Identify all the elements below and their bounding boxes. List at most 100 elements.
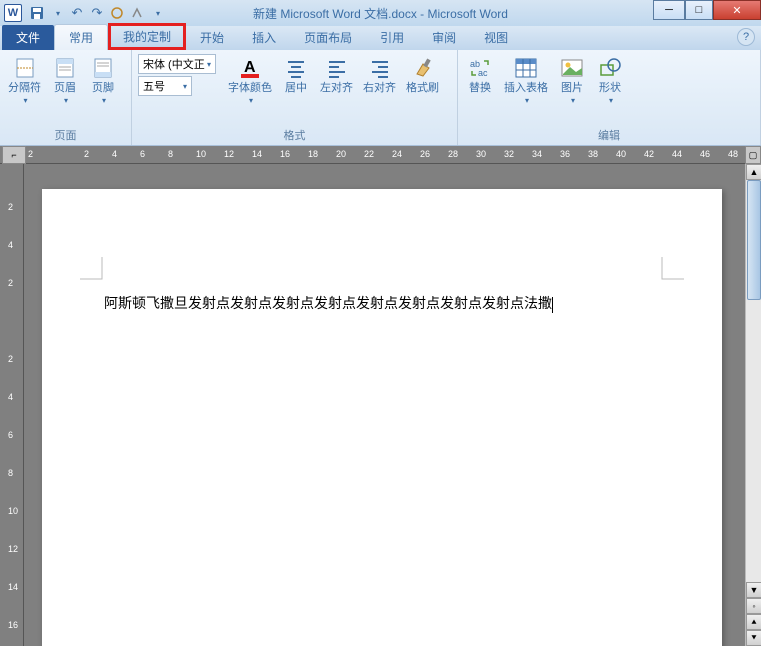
footer-icon xyxy=(91,56,115,80)
shape-icon xyxy=(598,56,622,80)
header-icon xyxy=(53,56,77,80)
ruler-tick: 10 xyxy=(196,149,206,159)
ruler-tick: 14 xyxy=(8,582,18,592)
ruler-tick: 34 xyxy=(532,149,542,159)
ribbon: 分隔符 ▾ 页眉 ▾ 页脚 ▾ 页面 宋体 (中文正▾ 五号▾ A xyxy=(0,50,761,146)
ruler-corner[interactable]: ⌐ xyxy=(2,146,26,164)
picture-icon xyxy=(560,56,584,80)
tab-layout[interactable]: 页面布局 xyxy=(290,25,366,50)
ruler-tick: 4 xyxy=(8,392,13,402)
tab-view[interactable]: 视图 xyxy=(470,25,522,50)
brush-icon xyxy=(411,56,435,80)
ruler-tick: 2 xyxy=(8,278,13,288)
vertical-ruler[interactable]: 242246810121416 xyxy=(0,164,24,646)
ruler-tick: 30 xyxy=(476,149,486,159)
separator-button[interactable]: 分隔符 ▾ xyxy=(6,54,43,107)
svg-text:A: A xyxy=(244,59,256,76)
qat-redo-button[interactable]: ↷ xyxy=(88,4,106,22)
tab-reference[interactable]: 引用 xyxy=(366,25,418,50)
scroll-down-button[interactable]: ▼ xyxy=(746,582,761,598)
group-edit: abac 替换 插入表格 ▾ 图片 ▾ 形状 ▾ 编辑 xyxy=(458,50,761,145)
footer-button[interactable]: 页脚 ▾ xyxy=(87,54,119,107)
font-color-button[interactable]: A 字体颜色 ▾ xyxy=(226,54,274,107)
header-button[interactable]: 页眉 ▾ xyxy=(49,54,81,107)
shape-button[interactable]: 形状 ▾ xyxy=(594,54,626,107)
margin-marker-tl xyxy=(80,257,104,281)
chevron-down-icon: ▾ xyxy=(23,96,27,105)
document-viewport[interactable]: 阿斯顿飞撒旦发射点发射点发射点发射点发射点发射点发射点发射点法撒 xyxy=(24,164,745,646)
chevron-down-icon: ▾ xyxy=(571,96,575,105)
maximize-button[interactable]: □ xyxy=(685,0,713,20)
ruler-tick: 32 xyxy=(504,149,514,159)
ruler-tick: 6 xyxy=(140,149,145,159)
help-button[interactable]: ? xyxy=(737,28,755,46)
chevron-down-icon: ▾ xyxy=(207,60,211,69)
ruler-tick: 4 xyxy=(8,240,13,250)
picture-button[interactable]: 图片 ▾ xyxy=(556,54,588,107)
chevron-down-icon: ▾ xyxy=(183,82,187,91)
group-edit-label: 编辑 xyxy=(464,125,754,145)
next-page-button[interactable]: ⯆ xyxy=(746,630,761,646)
scroll-up-button[interactable]: ▲ xyxy=(746,164,761,180)
ruler-tick: 38 xyxy=(588,149,598,159)
browse-object-button[interactable]: ◦ xyxy=(746,598,761,614)
align-center-button[interactable]: 居中 xyxy=(280,54,312,96)
chevron-down-icon: ▾ xyxy=(102,96,106,105)
horizontal-ruler[interactable]: ⌐ 22468101214161820222426283032343638404… xyxy=(0,146,745,164)
qat-dropdown-icon[interactable]: ▾ xyxy=(48,4,66,22)
ruler-tick: 48 xyxy=(728,149,738,159)
qat-dropdown2-icon[interactable]: ▾ xyxy=(148,4,166,22)
minimize-button[interactable]: ─ xyxy=(653,0,685,20)
font-family-select[interactable]: 宋体 (中文正▾ xyxy=(138,54,216,74)
scroll-thumb[interactable] xyxy=(747,180,761,300)
quick-access-toolbar: ▾ ↶ ↷ ▾ xyxy=(28,4,166,22)
ruler-tick: 6 xyxy=(8,430,13,440)
tab-review[interactable]: 审阅 xyxy=(418,25,470,50)
ruler-tick: 22 xyxy=(364,149,374,159)
insert-table-button[interactable]: 插入表格 ▾ xyxy=(502,54,550,107)
prev-page-button[interactable]: ⯅ xyxy=(746,614,761,630)
ruler-tick: 4 xyxy=(112,149,117,159)
ruler-tick: 10 xyxy=(8,506,18,516)
ruler-tick: 20 xyxy=(336,149,346,159)
qat-tool2-icon[interactable] xyxy=(128,4,146,22)
ruler-toggle-button[interactable]: ▢ xyxy=(745,146,761,164)
align-right-button[interactable]: 右对齐 xyxy=(361,54,398,96)
replace-button[interactable]: abac 替换 xyxy=(464,54,496,96)
document-body-text[interactable]: 阿斯顿飞撒旦发射点发射点发射点发射点发射点发射点发射点发射点法撒 xyxy=(104,293,553,313)
group-page: 分隔符 ▾ 页眉 ▾ 页脚 ▾ 页面 xyxy=(0,50,132,145)
font-size-select[interactable]: 五号▾ xyxy=(138,76,192,96)
qat-undo-button[interactable]: ↶ xyxy=(68,4,86,22)
tab-file[interactable]: 文件 xyxy=(2,25,54,50)
workspace: ⌐ 22468101214161820222426283032343638404… xyxy=(0,146,761,646)
font-color-icon: A xyxy=(238,56,262,80)
ruler-tick: 28 xyxy=(448,149,458,159)
ruler-tick: 12 xyxy=(8,544,18,554)
font-controls: 宋体 (中文正▾ 五号▾ xyxy=(138,54,216,96)
ruler-tick: 12 xyxy=(224,149,234,159)
vertical-scrollbar[interactable]: ▲ ▼ ◦ ⯅ ⯆ xyxy=(745,164,761,646)
close-button[interactable]: ✕ xyxy=(713,0,761,20)
document-page[interactable]: 阿斯顿飞撒旦发射点发射点发射点发射点发射点发射点发射点发射点法撒 xyxy=(42,189,722,646)
group-format-label: 格式 xyxy=(138,125,451,145)
chevron-down-icon: ▾ xyxy=(525,96,529,105)
format-painter-button[interactable]: 格式刷 xyxy=(404,54,441,96)
chevron-down-icon: ▾ xyxy=(609,96,613,105)
qat-save-button[interactable] xyxy=(28,4,46,22)
tab-mycustom[interactable]: 我的定制 xyxy=(108,23,186,50)
align-right-icon xyxy=(368,56,392,80)
text-cursor xyxy=(552,297,553,313)
tab-insert[interactable]: 插入 xyxy=(238,25,290,50)
tab-changyong[interactable]: 常用 xyxy=(54,24,108,50)
ruler-tick: 8 xyxy=(8,468,13,478)
tab-start[interactable]: 开始 xyxy=(186,25,238,50)
ruler-tick: 46 xyxy=(700,149,710,159)
ruler-tick: 18 xyxy=(308,149,318,159)
ruler-tick: 24 xyxy=(392,149,402,159)
ruler-tick: 36 xyxy=(560,149,570,159)
ruler-tick: 2 xyxy=(84,149,89,159)
chevron-down-icon: ▾ xyxy=(249,96,253,105)
qat-tool1-icon[interactable] xyxy=(108,4,126,22)
align-left-button[interactable]: 左对齐 xyxy=(318,54,355,96)
ruler-tick: 8 xyxy=(168,149,173,159)
